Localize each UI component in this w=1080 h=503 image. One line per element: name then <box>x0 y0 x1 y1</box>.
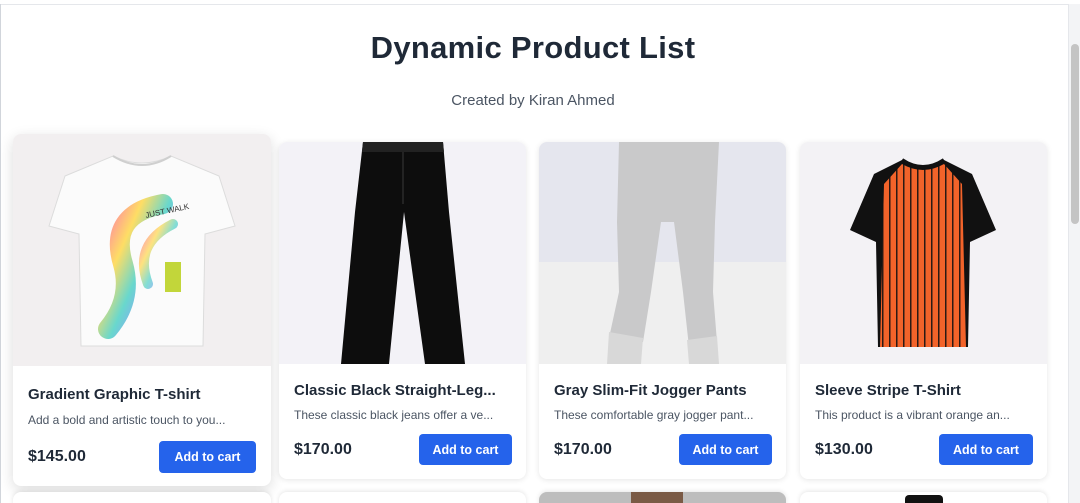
gray-joggers-image <box>539 142 786 364</box>
product-description: This product is a vibrant orange an... <box>815 408 1010 422</box>
product-card-partial[interactable] <box>279 492 526 503</box>
scrollbar-thumb[interactable] <box>1071 44 1079 224</box>
product-description: These comfortable gray jogger pant... <box>554 408 754 422</box>
product-name: Classic Black Straight-Leg... <box>294 382 496 399</box>
black-jeans-image <box>279 142 526 364</box>
product-card[interactable]: Gray Slim-Fit Jogger Pants These comfort… <box>539 142 786 479</box>
window-left-border <box>0 4 1 503</box>
add-to-cart-button[interactable]: Add to cart <box>159 441 256 473</box>
product-card[interactable]: Classic Black Straight-Leg... These clas… <box>279 142 526 479</box>
product-card-partial[interactable] <box>800 492 1047 503</box>
product-card-partial[interactable] <box>539 492 786 503</box>
page-title: Dynamic Product List <box>370 30 696 65</box>
window-top-border <box>0 4 1068 5</box>
add-to-cart-button[interactable]: Add to cart <box>419 434 512 465</box>
page-subtitle: Created by Kiran Ahmed <box>451 92 615 109</box>
product-price: $170.00 <box>294 441 352 458</box>
product-name: Gray Slim-Fit Jogger Pants <box>554 382 747 399</box>
add-to-cart-button[interactable]: Add to cart <box>939 434 1033 465</box>
add-to-cart-button[interactable]: Add to cart <box>679 434 772 465</box>
striped-tshirt-image <box>800 142 1047 364</box>
vertical-scrollbar[interactable] <box>1068 4 1080 503</box>
product-name: Gradient Graphic T-shirt <box>28 386 201 403</box>
gradient-tshirt-image: JUST WALK <box>13 134 271 366</box>
product-card-partial[interactable] <box>13 492 271 503</box>
product-card[interactable]: JUST WALK Gradient Graphic T-shirt Add a… <box>13 134 271 486</box>
product-price: $170.00 <box>554 441 612 458</box>
product-card[interactable]: Sleeve Stripe T-Shirt This product is a … <box>800 142 1047 479</box>
product-description: These classic black jeans offer a ve... <box>294 408 494 422</box>
product-price: $145.00 <box>28 448 86 465</box>
product-name: Sleeve Stripe T-Shirt <box>815 382 961 399</box>
product-price: $130.00 <box>815 441 873 458</box>
product-description: Add a bold and artistic touch to you... <box>28 413 226 427</box>
